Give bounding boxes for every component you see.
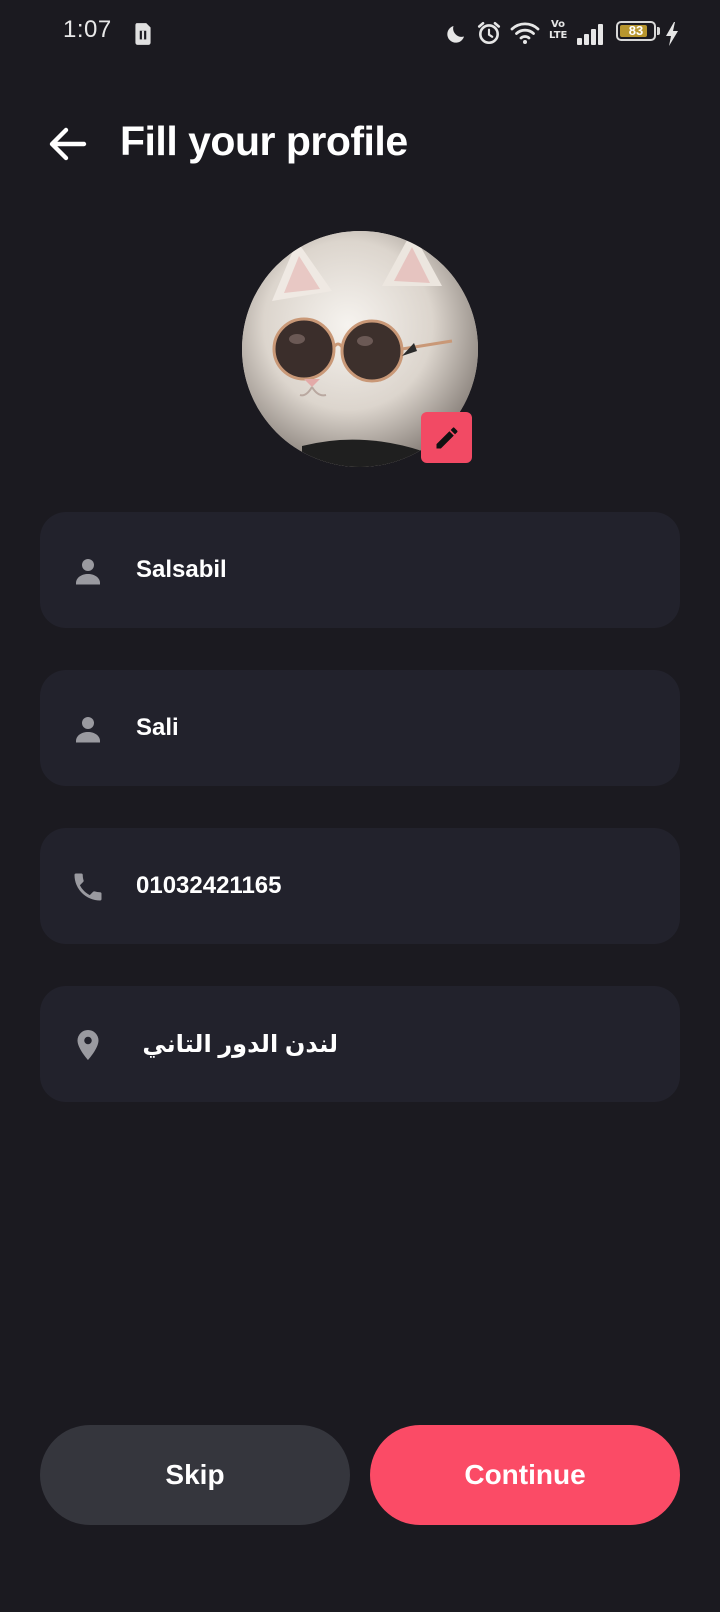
moon-icon [447, 26, 464, 43]
charging-icon [666, 22, 678, 46]
full-name-input[interactable] [136, 512, 636, 628]
volte-icon: Vo LTE [549, 19, 567, 45]
nickname-input[interactable] [136, 670, 636, 786]
person-icon [76, 559, 100, 585]
continue-button[interactable]: Continue [370, 1425, 680, 1525]
phone-field[interactable] [40, 828, 680, 944]
volte-label-bottom: LTE [549, 30, 568, 41]
address-field[interactable] [40, 986, 680, 1102]
alarm-icon [477, 21, 501, 45]
battery-icon: 83 [616, 21, 656, 41]
location-pin-icon [77, 1030, 99, 1060]
volte-label-top: Vo [550, 19, 566, 30]
status-time: 1:07 [63, 16, 112, 43]
status-bar: 1:07 Vo LTE 83 [0, 0, 720, 66]
wifi-icon [510, 22, 540, 44]
nickname-field[interactable] [40, 670, 680, 786]
sim-card-icon [135, 23, 151, 45]
person-icon [76, 717, 100, 743]
address-input[interactable] [136, 986, 338, 1102]
pencil-icon [436, 426, 458, 448]
phone-icon [74, 873, 102, 901]
full-name-field[interactable] [40, 512, 680, 628]
battery-level: 83 [628, 23, 644, 38]
edit-avatar-button[interactable] [421, 412, 472, 463]
back-button[interactable] [44, 120, 92, 168]
battery-tip [657, 27, 660, 35]
arrow-left-icon [49, 127, 87, 161]
page-title: Fill your profile [120, 118, 408, 164]
skip-button[interactable]: Skip [40, 1425, 350, 1525]
phone-input[interactable] [136, 828, 636, 944]
signal-icon [577, 24, 603, 45]
